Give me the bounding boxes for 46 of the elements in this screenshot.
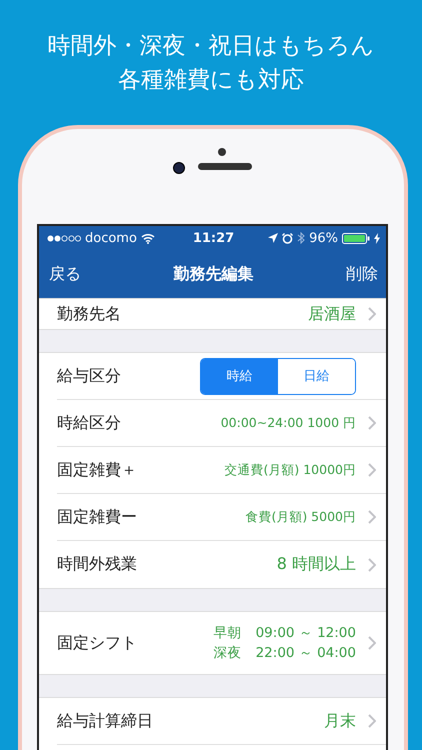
chevron-icon [368, 463, 376, 477]
row-label: 時間外残業 [57, 554, 138, 575]
row-label: 勤務先名 [57, 304, 122, 324]
row-label: 固定シフト [57, 632, 138, 654]
sensor-icon [218, 148, 226, 156]
chevron-icon [368, 510, 376, 524]
row-label: 固定雑費＋ [57, 460, 138, 480]
row-value: 月末 [324, 710, 356, 732]
speaker-icon [198, 163, 252, 170]
camera-icon [173, 162, 185, 174]
location-icon [268, 233, 278, 243]
battery-percent: 96% [309, 230, 338, 246]
screen-title: 勤務先編集 [174, 264, 254, 284]
bluetooth-icon [297, 232, 306, 244]
chevron-icon [368, 307, 376, 321]
wifi-icon [140, 232, 155, 244]
carrier-name: docomo [85, 230, 137, 246]
row-label: 給与区分 [57, 366, 122, 386]
headline: 各種雑費にも対応 [118, 66, 304, 95]
back-button[interactable]: 戻る [49, 264, 81, 284]
settings-row[interactable]: 固定雑費＋ 交通費(月額) 10000円 [57, 447, 386, 494]
segment-option[interactable]: 時給 [201, 358, 278, 394]
settings-row[interactable]: 固定雑費ー 食費(月額) 5000円 [57, 494, 386, 541]
row-value: 交通費(月額) 10000円 [224, 462, 356, 478]
delete-button[interactable]: 削除 [346, 264, 378, 284]
shift-time: 早朝 09:00 ～ 12:00 [214, 624, 356, 642]
row-value: 居酒屋 [308, 304, 356, 324]
row-label: 固定雑費ー [57, 506, 138, 528]
row-label: 時給区分 [57, 412, 122, 434]
alarm-icon [282, 232, 294, 244]
settings-row[interactable]: 時給区分 00:00~24:00 1000 円 [57, 400, 386, 447]
chevron-icon [368, 714, 376, 728]
battery-icon [342, 232, 370, 244]
row-value: 00:00~24:00 1000 円 [220, 414, 356, 432]
charging-icon [374, 232, 380, 244]
clock-time: 11:27 [192, 230, 234, 246]
chevron-icon [368, 636, 376, 650]
signal-icon [47, 234, 81, 242]
shift-time: 深夜 22:00 ～ 04:00 [214, 644, 356, 662]
row-label: 給与計算締日 [57, 710, 154, 732]
row-value: 8 時間以上 [276, 554, 356, 575]
chevron-icon [368, 416, 376, 430]
settings-row[interactable]: 時間外残業 8 時間以上 [57, 541, 386, 588]
headline: 時間外・深夜・祝日はもちろん [48, 32, 374, 61]
row-value: 食費(月額) 5000円 [245, 508, 356, 526]
chevron-icon [368, 558, 376, 572]
